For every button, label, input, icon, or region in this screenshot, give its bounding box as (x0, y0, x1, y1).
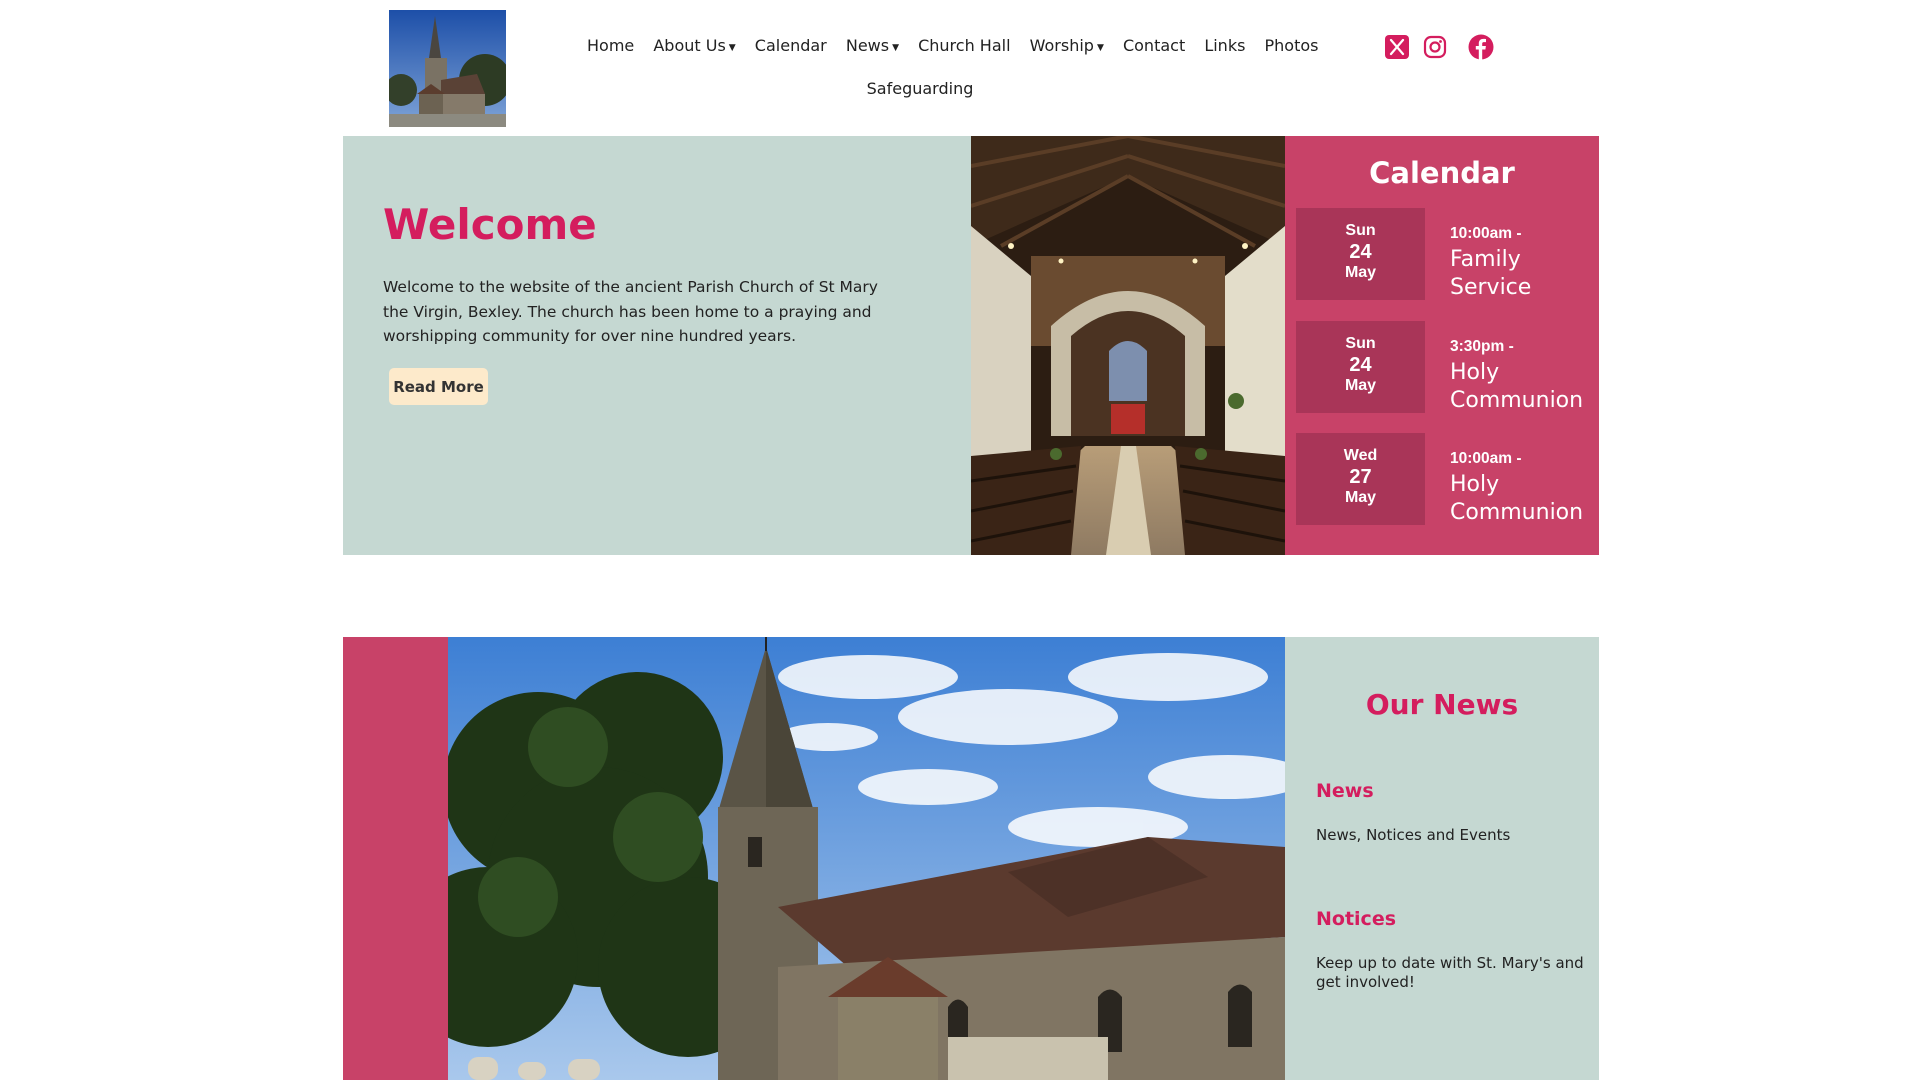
event-date[interactable]: Sun 24 May (1296, 208, 1425, 300)
nav-row-secondary: Safeguarding (580, 79, 1260, 98)
event-time: 10:00am - (1450, 225, 1522, 242)
instagram-link[interactable] (1421, 33, 1449, 61)
event-day-of-week: Sun (1345, 335, 1376, 352)
event-day-of-week: Wed (1343, 447, 1378, 464)
x-twitter-link[interactable] (1383, 33, 1411, 61)
nav-about-us[interactable]: About Us ▼ (653, 36, 735, 55)
notices-description: Keep up to date with St. Mary's and get … (1316, 954, 1584, 991)
x-twitter-icon (1385, 35, 1409, 59)
event-month: May (1344, 489, 1377, 506)
event-title[interactable]: Holy Communion (1450, 471, 1598, 527)
church-interior-photo (971, 136, 1285, 555)
decorative-strip (343, 637, 448, 1080)
event-time: 10:00am - (1450, 450, 1522, 467)
news-heading: Our News (1365, 688, 1519, 721)
news-description: News, Notices and Events (1316, 826, 1511, 844)
event-day: 27 (1349, 466, 1372, 488)
nav-church-hall[interactable]: Church Hall (918, 36, 1010, 55)
chevron-down-icon: ▼ (728, 43, 736, 53)
event-month: May (1344, 377, 1377, 394)
nav-photos[interactable]: Photos (1265, 36, 1319, 55)
welcome-heading: Welcome (383, 200, 597, 249)
nav-worship[interactable]: Worship ▼ (1030, 36, 1104, 55)
church-exterior-photo (448, 637, 1285, 1080)
chevron-down-icon: ▼ (1096, 43, 1104, 53)
facebook-icon (1468, 34, 1494, 60)
church-logo[interactable] (389, 10, 506, 127)
nav-links[interactable]: Links (1204, 36, 1245, 55)
event-title[interactable]: Family Service (1450, 246, 1598, 302)
event-date[interactable]: Wed 27 May (1296, 433, 1425, 525)
event-day-of-week: Sun (1345, 222, 1376, 239)
welcome-text: Welcome to the website of the ancient Pa… (383, 278, 878, 345)
main-navigation: Home About Us ▼ Calendar News ▼ Church Hal… (580, 32, 1319, 132)
news-link[interactable]: News (1316, 780, 1374, 802)
facebook-link[interactable] (1467, 33, 1495, 61)
nav-calendar[interactable]: Calendar (755, 36, 827, 55)
read-more-button[interactable]: Read More (389, 368, 488, 405)
event-day: 24 (1349, 354, 1372, 376)
nav-row-primary: Home About Us ▼ Calendar News ▼ Church Hal… (580, 36, 1319, 55)
nav-contact[interactable]: Contact (1123, 36, 1185, 55)
event-title[interactable]: Holy Communion (1450, 359, 1598, 415)
chevron-down-icon: ▼ (892, 43, 899, 53)
event-date[interactable]: Sun 24 May (1296, 321, 1425, 413)
event-time: 3:30pm - (1450, 338, 1514, 355)
instagram-icon (1423, 35, 1447, 59)
calendar-heading: Calendar (1369, 156, 1515, 190)
nav-news[interactable]: News ▼ (846, 36, 899, 55)
event-day: 24 (1349, 241, 1372, 263)
nav-home[interactable]: Home (587, 36, 634, 55)
nav-safeguarding[interactable]: Safeguarding (867, 79, 974, 98)
notices-link[interactable]: Notices (1316, 908, 1396, 930)
event-month: May (1344, 264, 1377, 281)
